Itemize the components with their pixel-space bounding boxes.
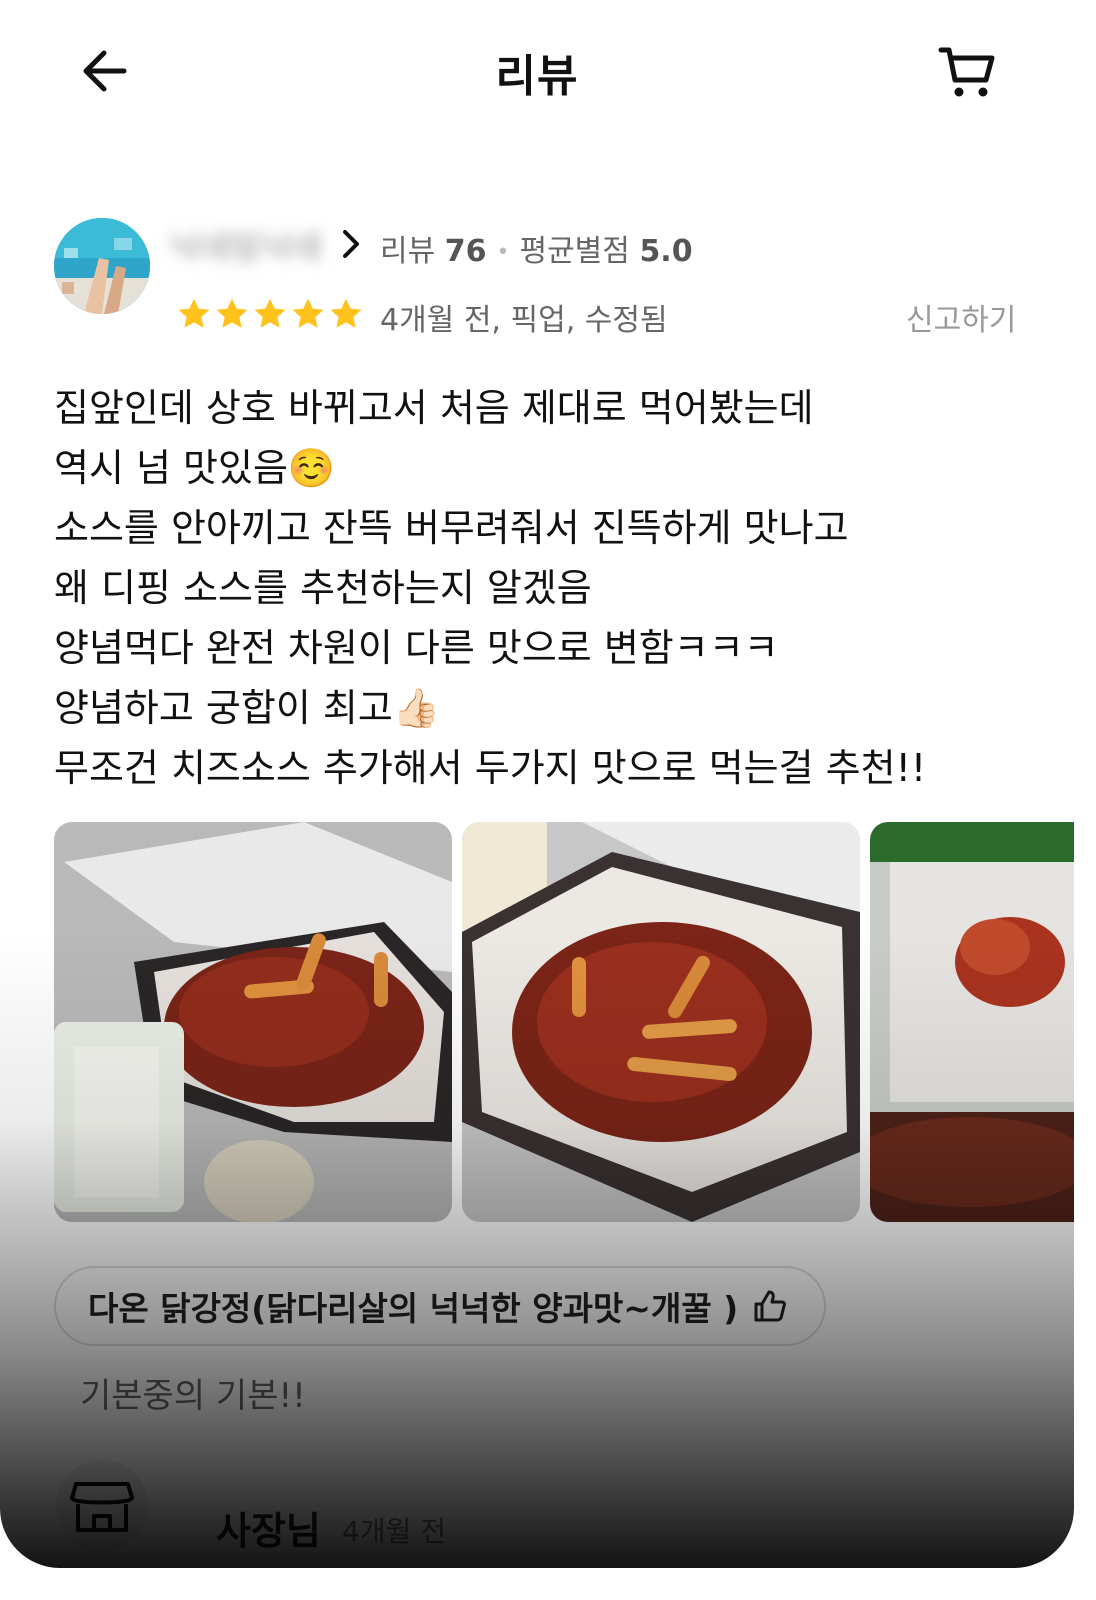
avatar[interactable]: [54, 218, 150, 314]
review-line: 왜 디핑 소스를 추천하는지 알겠음: [54, 566, 592, 610]
owner-name: 사장님: [216, 1509, 321, 1553]
reviewer-stats: 리뷰 76 • 평균별점 5.0: [380, 226, 693, 270]
avatar-image: [54, 218, 150, 314]
chevron-right-icon: [343, 230, 359, 258]
food-photo: [462, 822, 860, 1222]
store-icon: [70, 1482, 134, 1532]
menu-subtext: 기본중의 기본!!: [80, 1376, 306, 1416]
page-title: 리뷰: [495, 51, 579, 102]
review-line: 양념먹다 완전 차원이 다른 맛으로 변함ㅋㅋㅋ: [54, 626, 779, 670]
food-photo: [870, 822, 1074, 1222]
review-text: 집앞인데 상호 바뀌고서 처음 제대로 먹어봤는데 역시 넘 맛있음☺️ 소스를…: [54, 378, 1054, 798]
star-icon: [254, 298, 286, 328]
cart-icon: [938, 47, 995, 97]
owner-avatar: [56, 1460, 148, 1552]
review-count: 76: [444, 234, 487, 269]
star-icon: [330, 298, 362, 328]
thumbs-up-icon: [754, 1290, 787, 1322]
review-photo[interactable]: [870, 822, 1074, 1222]
review-meta: 4개월 전, 픽업, 수정됨: [380, 303, 668, 338]
food-photo: [54, 822, 452, 1222]
review-screen: 리뷰 닉네임닉네 리뷰 76 • 평균별점 5.0 4개월 전, 픽업, 수정됨…: [0, 0, 1074, 1568]
reviewer-nickname[interactable]: 닉네임닉네: [170, 222, 322, 268]
cart-button[interactable]: [936, 40, 998, 102]
star-rating: [176, 296, 364, 336]
header: 리뷰: [0, 0, 1074, 140]
separator-dot: •: [496, 240, 510, 265]
ordered-menu-chip[interactable]: 다온 닭강정(닭다리살의 넉넉한 양과맛~개꿀 ): [54, 1266, 826, 1346]
review-line: 역시 넘 맛있음☺️: [54, 446, 336, 490]
owner-reply-time: 4개월 전: [342, 1515, 446, 1548]
review-line: 집앞인데 상호 바뀌고서 처음 제대로 먹어봤는데: [54, 386, 814, 430]
review-line: 소스를 안아끼고 잔뜩 버무려줘서 진뜩하게 맛나고: [54, 506, 849, 550]
review-line: 양념하고 궁합이 최고👍🏻: [54, 686, 441, 730]
star-icon: [178, 298, 210, 328]
review-photo[interactable]: [462, 822, 860, 1222]
menu-name: 다온 닭강정(닭다리살의 넉넉한 양과맛~개꿀 ): [88, 1289, 739, 1328]
review-photo[interactable]: [54, 822, 452, 1222]
star-icon: [216, 298, 248, 328]
avg-rating-label: 평균별점: [519, 234, 630, 269]
profile-link[interactable]: [338, 226, 364, 262]
report-button[interactable]: 신고하기: [906, 295, 1016, 339]
review-line: 무조건 치즈소스 추가해서 두가지 맛으로 먹는걸 추천!!: [54, 746, 927, 790]
avg-rating: 5.0: [639, 234, 693, 269]
star-icon: [292, 298, 324, 328]
review-count-label: 리뷰: [380, 234, 436, 269]
